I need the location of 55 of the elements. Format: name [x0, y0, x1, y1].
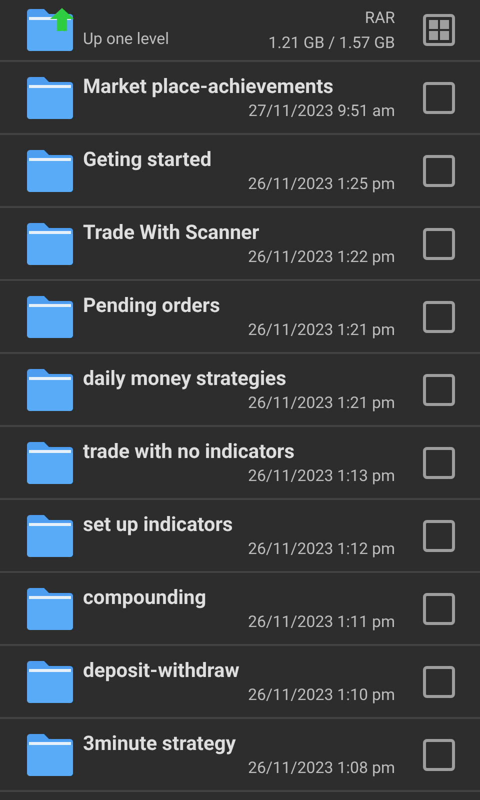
folder-name: Market place-achievements — [83, 72, 334, 98]
folder-row[interactable]: Trade With Scanner 26/11/2023 1:22 pm — [0, 208, 480, 281]
folder-date: 26/11/2023 1:13 pm — [248, 464, 395, 486]
folder-icon — [25, 586, 75, 630]
folder-row[interactable]: Pending orders 26/11/2023 1:21 pm — [0, 281, 480, 354]
folder-row[interactable]: set up indicators 26/11/2023 1:12 pm — [0, 500, 480, 573]
folder-name: compounding — [83, 584, 208, 610]
up-one-level-label[interactable]: Up one level — [83, 27, 170, 51]
folder-date: 26/11/2023 1:25 pm — [248, 172, 395, 194]
archive-type: RAR — [364, 7, 395, 29]
folder-row[interactable]: Market place-achievements 27/11/2023 9:51 am — [0, 62, 480, 135]
folder-icon — [25, 148, 75, 192]
checkbox[interactable] — [423, 82, 455, 114]
folder-icon — [25, 514, 75, 558]
checkbox[interactable] — [423, 154, 455, 186]
folder-icon — [25, 732, 75, 776]
folder-row[interactable]: deposit-withdraw 26/11/2023 1:10 pm — [0, 646, 480, 719]
checkbox[interactable] — [423, 520, 455, 552]
folder-icon — [25, 660, 75, 704]
checkbox[interactable] — [423, 592, 455, 624]
checkbox[interactable] — [423, 446, 455, 478]
storage-usage: 1.21 GB / 1.57 GB — [268, 32, 395, 54]
checkbox[interactable] — [423, 666, 455, 698]
folder-name: Pending orders — [83, 292, 222, 318]
folder-name: Trade With Scanner — [83, 218, 260, 244]
checkbox[interactable] — [423, 300, 455, 332]
folder-name: deposit-withdraw — [83, 656, 240, 682]
checkbox[interactable] — [423, 374, 455, 406]
grid-view-button[interactable] — [423, 14, 455, 46]
folder-icon — [25, 76, 75, 120]
folder-date: 26/11/2023 1:12 pm — [248, 538, 395, 560]
folder-up-icon — [25, 8, 75, 52]
folder-icon — [25, 440, 75, 484]
folder-date: 26/11/2023 1:22 pm — [248, 246, 395, 268]
folder-icon — [25, 294, 75, 338]
folder-date: 26/11/2023 1:08 pm — [248, 756, 395, 778]
folder-row[interactable]: trade with no indicators 26/11/2023 1:13 pm — [0, 427, 480, 500]
checkbox[interactable] — [423, 228, 455, 260]
folder-row[interactable]: daily money strategies 26/11/2023 1:21 pm — [0, 354, 480, 427]
folder-date: 27/11/2023 9:51 am — [248, 100, 395, 122]
folder-row[interactable]: 3minute strategy 26/11/2023 1:08 pm — [0, 719, 480, 792]
folder-icon — [25, 222, 75, 266]
folder-date: 26/11/2023 1:21 pm — [248, 392, 395, 414]
folder-name: 3minute strategy — [83, 730, 237, 756]
folder-date: 26/11/2023 1:11 pm — [248, 610, 395, 632]
folder-icon — [25, 368, 75, 412]
folder-name: trade with no indicators — [83, 438, 296, 464]
folder-name: Geting started — [83, 146, 212, 172]
folder-row[interactable]: Geting started 26/11/2023 1:25 pm — [0, 135, 480, 208]
checkbox[interactable] — [423, 738, 455, 770]
folder-row[interactable]: compounding 26/11/2023 1:11 pm — [0, 573, 480, 646]
folder-name: set up indicators — [83, 510, 234, 536]
folder-name: daily money strategies — [83, 364, 288, 390]
folder-date: 26/11/2023 1:10 pm — [248, 684, 395, 706]
folder-date: 26/11/2023 1:21 pm — [248, 318, 395, 340]
